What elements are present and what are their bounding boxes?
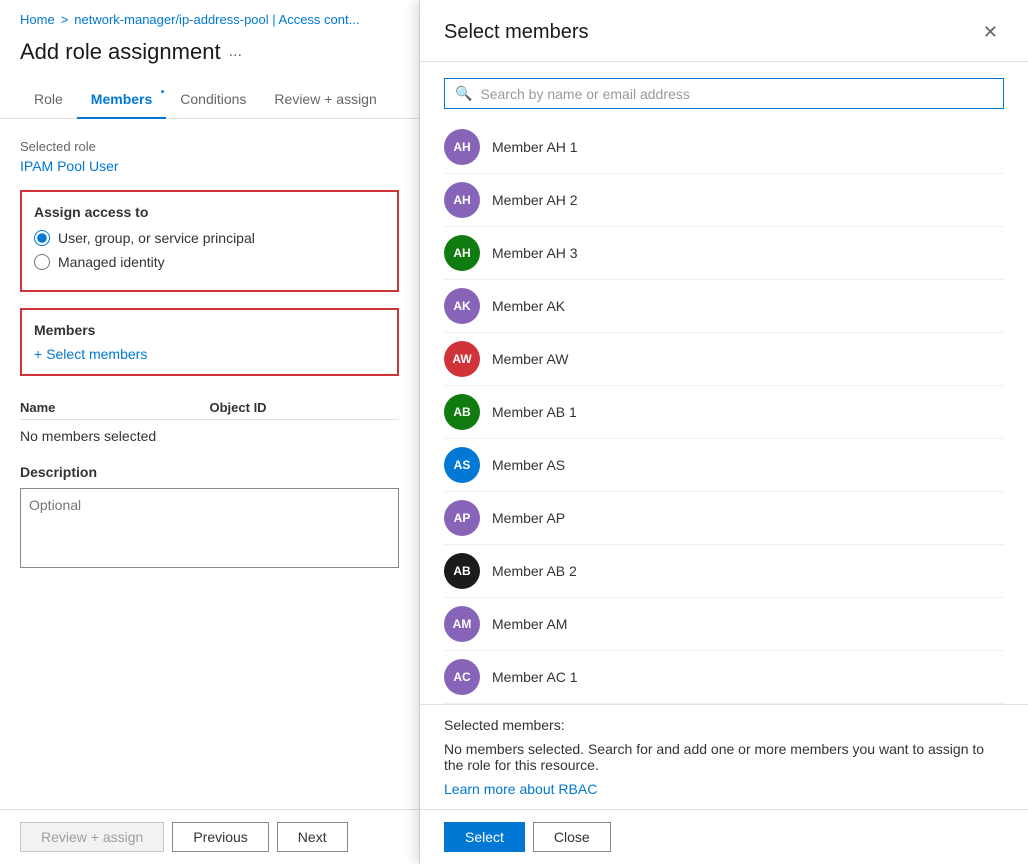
- member-info: Member AK: [492, 298, 1004, 314]
- avatar: AM: [444, 606, 480, 642]
- member-info: Member AB 2: [492, 563, 1004, 579]
- member-info: Member AW: [492, 351, 1004, 367]
- tab-review-assign[interactable]: Review + assign: [260, 81, 390, 119]
- description-label: Description: [20, 464, 399, 480]
- member-name: Member AB 2: [492, 563, 1004, 579]
- review-assign-button: Review + assign: [20, 822, 164, 852]
- avatar: AH: [444, 235, 480, 271]
- list-item[interactable]: AP Member AP: [444, 492, 1004, 545]
- assign-access-title: Assign access to: [34, 204, 385, 220]
- member-info: Member AM: [492, 616, 1004, 632]
- members-box: Members + Select members: [20, 308, 399, 376]
- panel-title: Select members: [444, 21, 589, 44]
- list-item[interactable]: AB Member AB 2: [444, 545, 1004, 598]
- member-info: Member AH 1: [492, 139, 1004, 155]
- list-item[interactable]: AB Member AB 1: [444, 386, 1004, 439]
- radio-user-group[interactable]: User, group, or service principal: [34, 230, 385, 246]
- radio-managed-identity-input[interactable]: [34, 254, 50, 270]
- title-ellipsis[interactable]: ...: [229, 43, 242, 61]
- list-item[interactable]: AC Member AC 1: [444, 651, 1004, 704]
- search-input[interactable]: [480, 86, 993, 102]
- search-wrapper: 🔍: [444, 78, 1004, 109]
- plus-icon: +: [34, 346, 42, 362]
- breadcrumb-link[interactable]: network-manager/ip-address-pool | Access…: [74, 12, 359, 27]
- assign-access-box: Assign access to User, group, or service…: [20, 190, 399, 292]
- col-objectid-header: Object ID: [210, 400, 400, 415]
- tab-conditions[interactable]: Conditions: [166, 81, 260, 119]
- list-item[interactable]: AH Member AH 2: [444, 174, 1004, 227]
- avatar: AW: [444, 341, 480, 377]
- radio-managed-identity-label: Managed identity: [58, 254, 165, 270]
- previous-button[interactable]: Previous: [172, 822, 268, 852]
- member-name: Member AH 2: [492, 192, 1004, 208]
- avatar: AP: [444, 500, 480, 536]
- radio-user-group-input[interactable]: [34, 230, 50, 246]
- next-button[interactable]: Next: [277, 822, 348, 852]
- member-info: Member AC 1: [492, 669, 1004, 685]
- select-members-link[interactable]: + Select members: [34, 346, 385, 362]
- selected-role-value: IPAM Pool User: [20, 158, 399, 174]
- avatar: AS: [444, 447, 480, 483]
- breadcrumb-sep: >: [61, 12, 69, 27]
- panel-close-button[interactable]: ✕: [977, 20, 1004, 45]
- member-name: Member AP: [492, 510, 1004, 526]
- panel-header: Select members ✕: [420, 0, 1028, 62]
- list-item[interactable]: AK Member AK: [444, 280, 1004, 333]
- member-name: Member AS: [492, 457, 1004, 473]
- no-members-text: No members selected: [20, 420, 399, 452]
- member-info: Member AP: [492, 510, 1004, 526]
- member-name: Member AH 1: [492, 139, 1004, 155]
- bottom-bar: Review + assign Previous Next: [0, 809, 419, 864]
- list-item[interactable]: AS Member AS: [444, 439, 1004, 492]
- member-info: Member AH 3: [492, 245, 1004, 261]
- member-name: Member AH 3: [492, 245, 1004, 261]
- avatar: AC: [444, 659, 480, 695]
- tab-role[interactable]: Role: [20, 81, 77, 119]
- breadcrumb-home[interactable]: Home: [20, 12, 55, 27]
- member-info: Member AS: [492, 457, 1004, 473]
- select-members-panel: Select members ✕ 🔍 AH Member AH 1 AH Mem…: [420, 0, 1028, 864]
- member-name: Member AW: [492, 351, 1004, 367]
- selected-members-label: Selected members:: [444, 717, 1004, 733]
- members-list: AH Member AH 1 AH Member AH 2 AH Member …: [420, 121, 1028, 704]
- no-selected-text: No members selected. Search for and add …: [444, 741, 1004, 773]
- avatar: AB: [444, 553, 480, 589]
- radio-managed-identity[interactable]: Managed identity: [34, 254, 385, 270]
- radio-user-group-label: User, group, or service principal: [58, 230, 255, 246]
- search-box: 🔍: [420, 62, 1028, 121]
- member-info: Member AB 1: [492, 404, 1004, 420]
- member-info: Member AH 2: [492, 192, 1004, 208]
- list-item[interactable]: AM Member AM: [444, 598, 1004, 651]
- tab-bar: Role Members Conditions Review + assign: [0, 81, 419, 119]
- select-members-label: Select members: [46, 346, 147, 362]
- select-button[interactable]: Select: [444, 822, 525, 852]
- member-name: Member AC 1: [492, 669, 1004, 685]
- selected-section: Selected members: No members selected. S…: [420, 704, 1028, 809]
- member-name: Member AK: [492, 298, 1004, 314]
- list-item[interactable]: AW Member AW: [444, 333, 1004, 386]
- members-table-header: Name Object ID: [20, 392, 399, 420]
- member-name: Member AM: [492, 616, 1004, 632]
- close-button[interactable]: Close: [533, 822, 611, 852]
- breadcrumb: Home > network-manager/ip-address-pool |…: [0, 0, 419, 35]
- col-name-header: Name: [20, 400, 210, 415]
- avatar: AH: [444, 182, 480, 218]
- member-name: Member AB 1: [492, 404, 1004, 420]
- members-box-title: Members: [34, 322, 385, 338]
- avatar: AH: [444, 129, 480, 165]
- description-textarea[interactable]: [20, 488, 399, 568]
- avatar: AK: [444, 288, 480, 324]
- search-icon: 🔍: [455, 85, 472, 102]
- list-item[interactable]: AH Member AH 1: [444, 121, 1004, 174]
- avatar: AB: [444, 394, 480, 430]
- selected-role-label: Selected role: [20, 139, 399, 154]
- description-section: Description: [20, 464, 399, 571]
- learn-more-link[interactable]: Learn more about RBAC: [444, 781, 597, 797]
- page-title: Add role assignment ...: [0, 35, 419, 81]
- tab-members[interactable]: Members: [77, 81, 166, 119]
- panel-footer: Select Close: [420, 809, 1028, 864]
- list-item[interactable]: AH Member AH 3: [444, 227, 1004, 280]
